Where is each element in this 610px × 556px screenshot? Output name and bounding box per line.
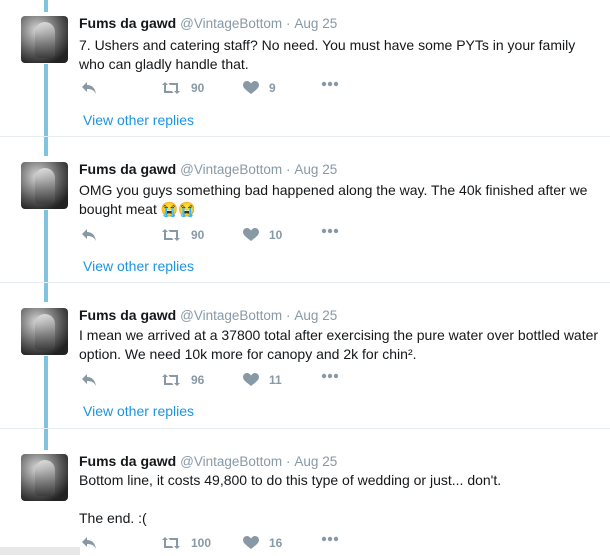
retweet-icon xyxy=(162,537,180,549)
heart-icon xyxy=(243,81,259,94)
separator: · xyxy=(286,16,291,31)
view-other-replies-link[interactable]: View other replies xyxy=(83,258,194,274)
tweet-text: I mean we arrived at a 37800 total after… xyxy=(79,327,599,362)
heart-icon xyxy=(243,536,259,549)
tweet-header: Fums da gawd @VintageBottom · Aug 25 xyxy=(79,307,337,323)
tweet-text: OMG you guys something bad happened alon… xyxy=(79,182,588,217)
tweet-header: Fums da gawd @VintageBottom · Aug 25 xyxy=(79,161,337,177)
avatar[interactable] xyxy=(21,162,68,209)
avatar[interactable] xyxy=(21,454,68,501)
reply-icon xyxy=(82,374,96,386)
more-icon xyxy=(321,536,339,542)
like-count: 16 xyxy=(269,536,283,550)
display-name[interactable]: Fums da gawd xyxy=(79,15,176,31)
thread-line xyxy=(44,0,48,12)
divider xyxy=(0,282,610,283)
username[interactable]: @VintageBottom xyxy=(180,308,282,323)
retweet-count: 90 xyxy=(191,228,205,242)
username[interactable]: @VintageBottom xyxy=(180,162,282,177)
divider xyxy=(0,428,610,429)
more-button[interactable] xyxy=(321,536,339,542)
like-count: 11 xyxy=(269,373,282,387)
reply-button[interactable] xyxy=(81,536,97,550)
timestamp[interactable]: Aug 25 xyxy=(294,308,337,323)
timestamp[interactable]: Aug 25 xyxy=(294,454,337,469)
avatar[interactable] xyxy=(21,308,68,355)
separator: · xyxy=(286,308,291,323)
tweet-header: Fums da gawd @VintageBottom · Aug 25 xyxy=(79,453,337,469)
retweet-icon xyxy=(162,229,180,241)
more-icon xyxy=(321,81,339,87)
retweet-button[interactable]: 100 xyxy=(161,536,211,550)
horizontal-scrollbar[interactable] xyxy=(0,547,80,555)
separator: · xyxy=(286,454,291,469)
reply-icon xyxy=(82,82,96,94)
username[interactable]: @VintageBottom xyxy=(180,454,282,469)
display-name[interactable]: Fums da gawd xyxy=(79,453,176,469)
retweet-count: 90 xyxy=(191,81,205,95)
more-button[interactable] xyxy=(321,373,339,379)
retweet-count: 96 xyxy=(191,373,205,387)
divider xyxy=(0,136,610,137)
view-other-replies-link[interactable]: View other replies xyxy=(83,112,194,128)
retweet-icon xyxy=(162,374,180,386)
like-button[interactable]: 16 xyxy=(243,536,282,550)
more-icon xyxy=(321,373,339,379)
retweet-button[interactable]: 96 xyxy=(161,373,204,387)
tweet-text: Bottom line, it costs 49,800 to do this … xyxy=(79,472,502,488)
tweet-text-line-2: The end. :( xyxy=(79,510,147,526)
reply-button[interactable] xyxy=(81,228,97,242)
tweet-actions: 90 10 xyxy=(79,228,379,248)
tweet-text: 7. Ushers and catering staff? No need. Y… xyxy=(79,37,576,72)
username[interactable]: @VintageBottom xyxy=(180,16,282,31)
heart-icon xyxy=(243,373,259,386)
retweet-button[interactable]: 90 xyxy=(161,81,204,95)
more-button[interactable] xyxy=(321,81,339,87)
view-other-replies-link[interactable]: View other replies xyxy=(83,403,194,419)
retweet-button[interactable]: 90 xyxy=(161,228,204,242)
retweet-icon xyxy=(162,82,180,94)
more-button[interactable] xyxy=(321,228,339,234)
thread-line xyxy=(44,64,48,156)
reply-icon xyxy=(82,229,96,241)
like-count: 9 xyxy=(269,81,276,95)
heart-icon xyxy=(243,228,259,241)
more-icon xyxy=(321,228,339,234)
reply-button[interactable] xyxy=(81,373,97,387)
display-name[interactable]: Fums da gawd xyxy=(79,161,176,177)
separator: · xyxy=(286,162,291,177)
thread-line xyxy=(44,356,48,450)
timestamp[interactable]: Aug 25 xyxy=(294,162,337,177)
reply-button[interactable] xyxy=(81,81,97,95)
avatar[interactable] xyxy=(21,16,68,63)
timestamp[interactable]: Aug 25 xyxy=(294,16,337,31)
tweet-actions: 96 11 xyxy=(79,373,379,393)
display-name[interactable]: Fums da gawd xyxy=(79,307,176,323)
tweet-header: Fums da gawd @VintageBottom · Aug 25 xyxy=(79,15,337,31)
thread-line xyxy=(44,210,48,302)
like-button[interactable]: 10 xyxy=(243,228,282,242)
like-button[interactable]: 11 xyxy=(243,373,282,387)
like-button[interactable]: 9 xyxy=(243,81,276,95)
reply-icon xyxy=(82,537,96,549)
tweet-actions: 100 16 xyxy=(79,536,379,556)
like-count: 10 xyxy=(269,228,283,242)
tweet-actions: 90 9 xyxy=(79,81,379,101)
retweet-count: 100 xyxy=(191,536,212,550)
